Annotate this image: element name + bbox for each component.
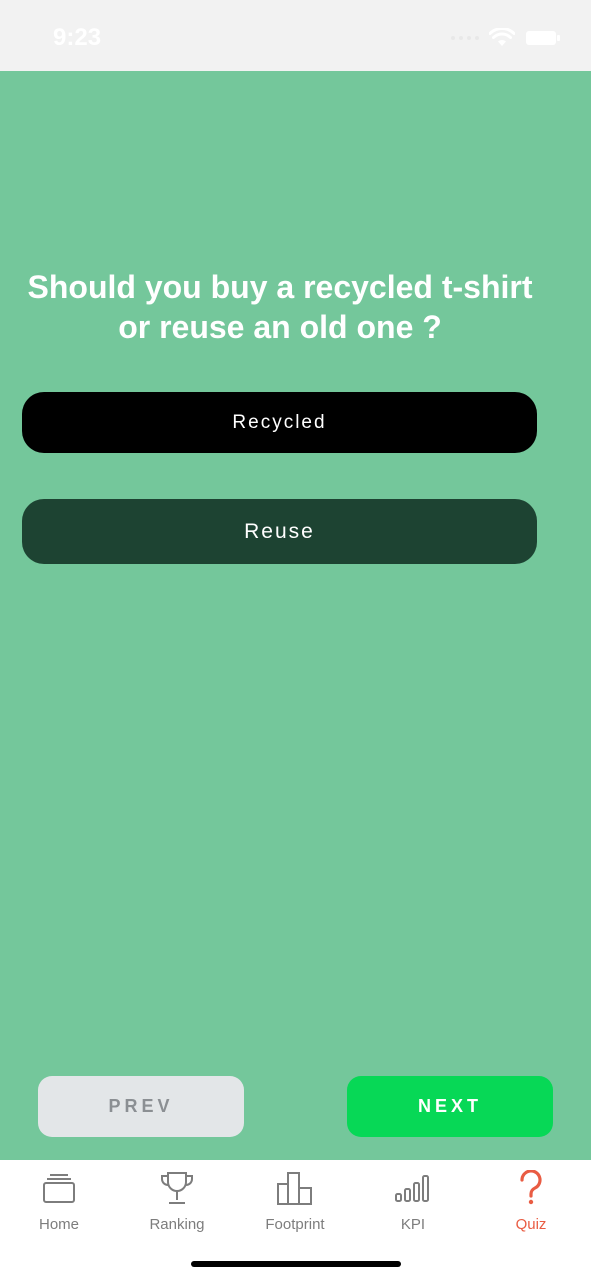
prev-button[interactable]: PREV	[38, 1076, 244, 1137]
tab-ranking-label: Ranking	[149, 1216, 205, 1233]
tab-quiz[interactable]: Quiz	[476, 1168, 586, 1233]
tab-kpi[interactable]: KPI	[358, 1168, 468, 1233]
status-bar: 9:23	[0, 0, 591, 71]
layers-icon	[39, 1168, 79, 1208]
quiz-screen: Should you buy a recycled t-shirt or reu…	[0, 71, 591, 1160]
signal-bars-icon	[393, 1168, 433, 1208]
tab-ranking[interactable]: Ranking	[122, 1168, 232, 1233]
tab-bar: Home Ranking Footprint KPI Quiz	[0, 1160, 591, 1280]
status-time: 9:23	[53, 24, 102, 51]
tab-footprint-label: Footprint	[265, 1216, 325, 1233]
question-text: Should you buy a recycled t-shirt or reu…	[27, 269, 533, 345]
wifi-icon	[489, 28, 515, 46]
tab-home[interactable]: Home	[4, 1168, 114, 1233]
tab-home-label: Home	[38, 1216, 79, 1233]
tab-kpi-label: KPI	[400, 1216, 426, 1233]
tab-quiz-label: Quiz	[515, 1216, 547, 1233]
battery-icon	[526, 31, 560, 45]
bar-chart-icon	[275, 1168, 315, 1208]
answer-reuse-button[interactable]: Reuse	[22, 499, 537, 564]
answer-recycled-button[interactable]: Recycled	[22, 392, 537, 453]
next-button[interactable]: NEXT	[347, 1076, 553, 1137]
status-icons	[451, 28, 561, 48]
cellular-signal-icon	[451, 36, 479, 40]
home-indicator[interactable]	[191, 1261, 401, 1267]
trophy-icon	[157, 1168, 197, 1208]
question-icon	[511, 1168, 551, 1208]
tab-footprint[interactable]: Footprint	[240, 1168, 350, 1233]
